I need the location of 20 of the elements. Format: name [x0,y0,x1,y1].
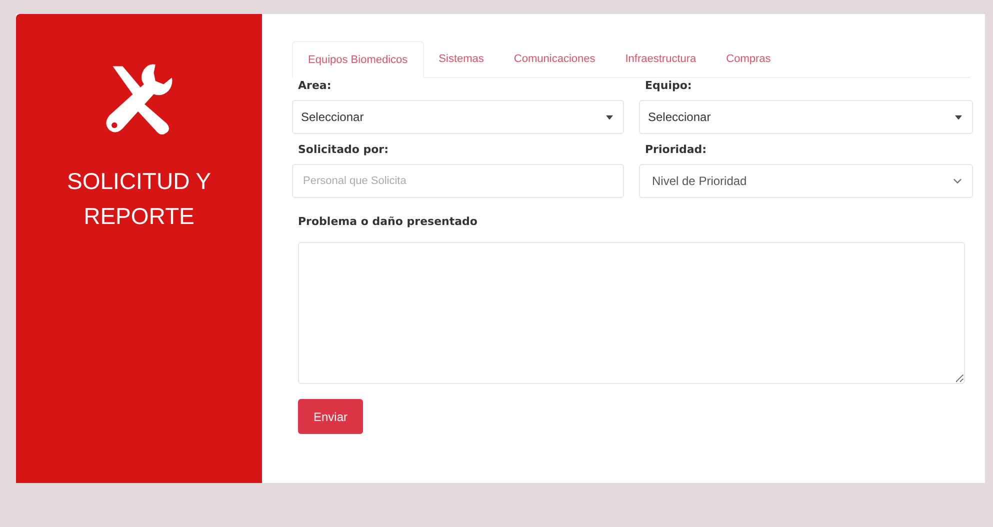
select-field[interactable]: Seleccionar [639,100,973,134]
input-field[interactable]: Personal que Solicita [292,164,624,198]
submit-button[interactable]: Enviar [298,399,363,434]
sidebar-title: SOLICITUD Y REPORTE [66,167,212,231]
tab[interactable]: Comunicaciones [498,41,610,77]
select-field[interactable]: Nivel de Prioridad [639,164,973,198]
field-label: Area: [297,78,332,94]
select-field[interactable]: Seleccionar [292,100,624,134]
tab[interactable]: Compras [711,41,786,77]
caret-icon [606,114,613,120]
field-label: Problema o daño presentado [297,214,478,230]
text-area[interactable] [298,242,965,384]
field-label: Solicitado por: [297,142,390,158]
tab[interactable]: Sistemas [424,41,499,77]
caret-icon [955,114,962,120]
field-label: Equipo: [644,78,693,94]
chevron-icon [953,178,962,184]
field-label: Prioridad: [644,142,708,158]
tab[interactable]: Infraestructura [610,41,712,77]
tab[interactable]: Equipos Biomedicos [292,41,424,78]
